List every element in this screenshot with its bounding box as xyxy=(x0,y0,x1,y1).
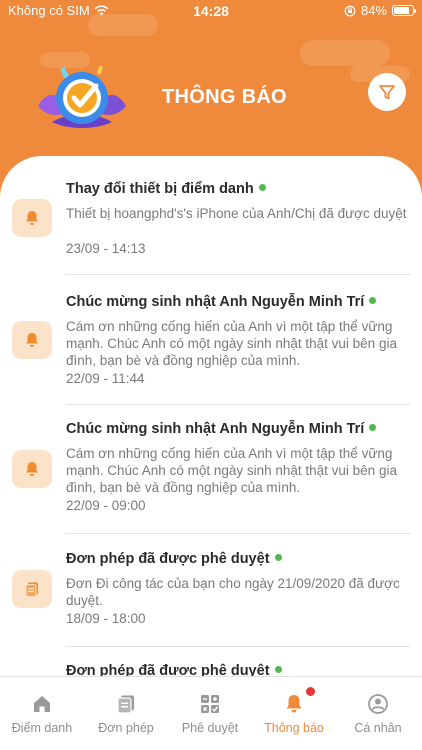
notification-item[interactable]: Chúc mừng sinh nhật Anh Nguyễn Minh Trí … xyxy=(0,275,422,404)
check-badge-logo xyxy=(38,65,126,128)
profile-icon xyxy=(368,694,388,714)
unread-dot xyxy=(274,553,282,561)
cloud-decoration xyxy=(300,40,390,66)
notification-body: Đơn Đi công tác của bạn cho ngày 21/09/2… xyxy=(66,576,400,608)
unread-dot xyxy=(369,423,377,431)
orientation-lock-icon xyxy=(344,5,356,16)
battery-icon xyxy=(392,5,416,16)
notification-time: 22/09 - 09:00 xyxy=(66,498,146,513)
notification-badge xyxy=(306,687,315,696)
status-bar: Không có SIM 14:28 84% xyxy=(0,0,422,22)
status-right: 84% xyxy=(344,3,416,18)
notification-icon-box xyxy=(12,199,52,237)
notification-icon-box xyxy=(12,570,52,608)
document-icon xyxy=(25,582,38,597)
notification-item[interactable]: Chúc mừng sinh nhật Anh Nguyễn Minh Trí … xyxy=(0,405,422,533)
home-icon xyxy=(34,696,50,712)
bell-icon xyxy=(286,695,302,713)
tab-thong-bao[interactable]: Thông báo xyxy=(252,677,336,750)
tab-label: Cá nhân xyxy=(354,721,402,735)
notification-item[interactable]: Thay đổi thiết bị điểm danh Thiết bị hoa… xyxy=(0,156,422,274)
notification-icon-box xyxy=(12,321,52,359)
bottom-nav: Điểm danh Đơn phép Phê duyệt Thông báo C… xyxy=(0,676,422,750)
notification-time: 18/09 - 18:00 xyxy=(66,611,146,626)
leave-form-icon xyxy=(117,695,134,714)
notification-title: Đơn phép đã được phê duyệt xyxy=(66,663,282,676)
notification-title: Chúc mừng sinh nhật Anh Nguyễn Minh Trí xyxy=(66,294,377,310)
notification-time: 23/09 - 14:13 xyxy=(66,241,146,256)
tab-phe-duyet[interactable]: Phê duyệt xyxy=(168,677,252,750)
tab-label: Thông báo xyxy=(264,721,324,735)
tab-diem-danh[interactable]: Điểm danh xyxy=(0,677,84,750)
approval-grid-icon xyxy=(201,695,219,713)
notification-body: Thiết bị hoangphd's's iPhone của Anh/Chị… xyxy=(66,206,407,221)
tab-label: Điểm danh xyxy=(11,721,73,735)
bell-icon xyxy=(26,211,38,225)
page-title: THÔNG BÁO xyxy=(162,86,287,108)
tab-ca-nhan[interactable]: Cá nhân xyxy=(336,677,420,750)
tab-label: Phê duyệt xyxy=(181,721,239,735)
battery-fill xyxy=(394,7,409,14)
battery-percent: 84% xyxy=(360,3,387,18)
tab-label: Đơn phép xyxy=(98,721,154,735)
notification-title: Đơn phép đã được phê duyệt xyxy=(66,551,282,567)
notification-title: Chúc mừng sinh nhật Anh Nguyễn Minh Trí xyxy=(66,421,377,437)
notification-item[interactable]: Đơn phép đã được phê duyệt Đơn Đi công t… xyxy=(0,534,422,646)
filter-icon xyxy=(379,85,395,100)
notification-icon-box xyxy=(12,450,52,488)
bell-icon xyxy=(26,333,38,347)
unread-dot xyxy=(258,183,266,191)
notification-list: Thay đổi thiết bị điểm danh Thiết bị hoa… xyxy=(0,156,422,676)
bell-icon xyxy=(26,462,38,476)
unread-dot xyxy=(274,665,282,673)
notification-title: Thay đổi thiết bị điểm danh xyxy=(66,181,266,197)
notification-body: Cám ơn những cống hiến của Anh vì một tậ… xyxy=(66,446,397,495)
notification-item[interactable]: Đơn phép đã được phê duyệt xyxy=(0,647,422,676)
notification-body: Cám ơn những cống hiến của Anh vì một tậ… xyxy=(66,319,397,368)
unread-dot xyxy=(369,296,377,304)
notification-time: 22/09 - 11:44 xyxy=(66,371,145,386)
tab-don-phep[interactable]: Đơn phép xyxy=(84,677,168,750)
filter-button[interactable] xyxy=(368,73,406,111)
